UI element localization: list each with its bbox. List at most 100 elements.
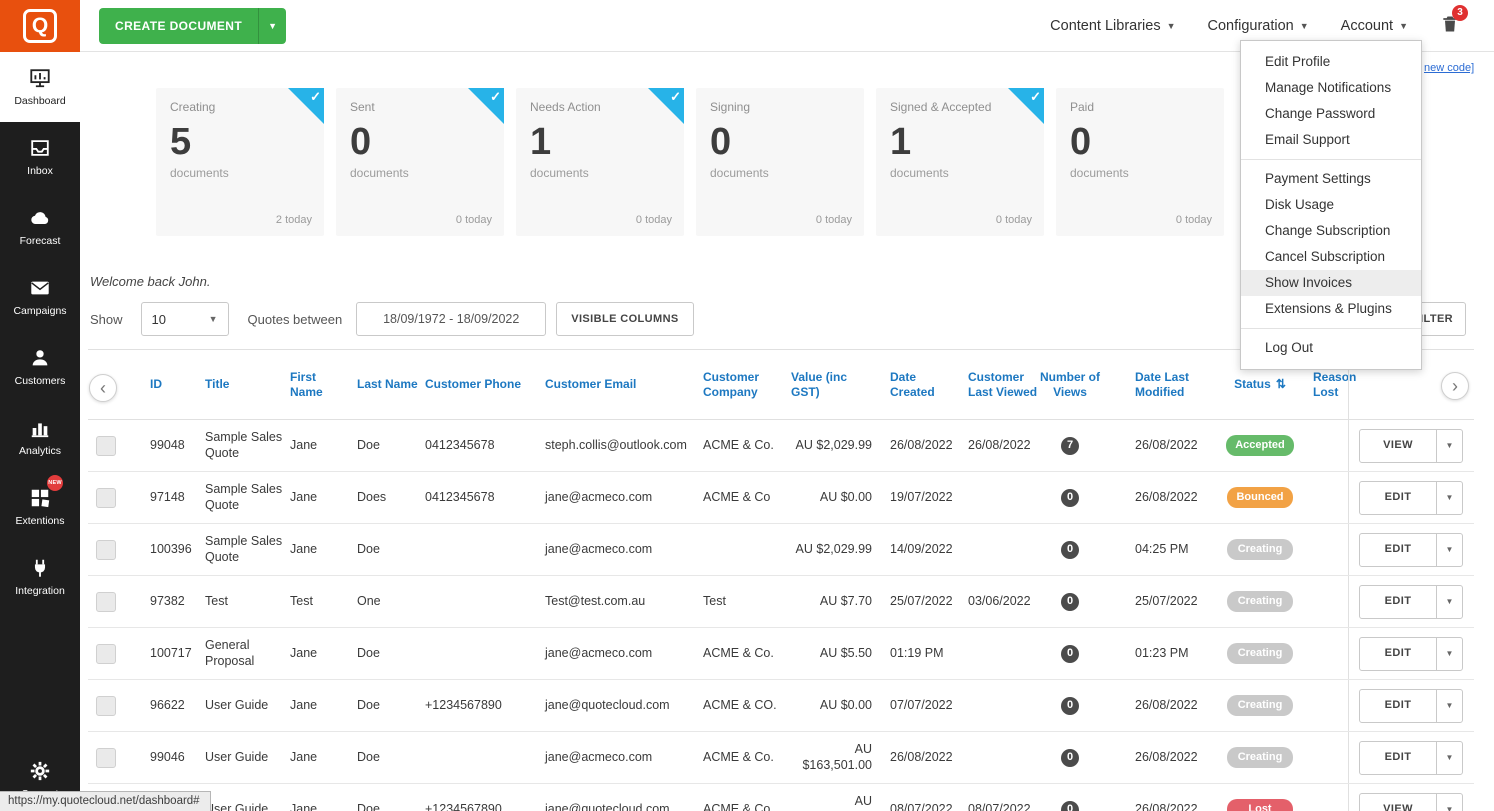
account-menu-item[interactable]: Log Out [1241,335,1421,361]
create-document-caret-icon[interactable]: ▼ [258,8,286,44]
row-action-button[interactable]: EDIT ▼ [1359,480,1463,515]
col-header-id[interactable]: ID [140,350,200,419]
create-document-button[interactable]: CREATE DOCUMENT ▼ [99,8,287,44]
trash-button[interactable]: 3 [1440,4,1468,39]
new-code-link[interactable]: new code] [1424,62,1474,74]
row-action-label[interactable]: EDIT [1360,638,1436,670]
row-checkbox[interactable] [96,643,116,664]
nav-configuration[interactable]: Configuration ▼ [1208,18,1309,34]
visible-columns-button[interactable]: VISIBLE COLUMNS [556,302,694,336]
row-action-label[interactable]: EDIT [1360,482,1436,514]
stat-card[interactable]: ✓ Signing 0 documents 0 today [696,88,864,236]
account-menu-item[interactable]: Extensions & Plugins [1241,296,1421,322]
stat-card-count: 1 [530,121,552,163]
row-action-button[interactable]: EDIT ▼ [1359,532,1463,567]
row-action-caret-icon[interactable]: ▼ [1436,429,1462,462]
row-action-label[interactable]: EDIT [1360,586,1436,618]
row-action-caret-icon[interactable]: ▼ [1436,793,1462,811]
stat-card[interactable]: ✓ Signed & Accepted 1 documents 0 today [876,88,1044,236]
account-menu-item[interactable]: Change Password [1241,101,1421,127]
sidebar-item[interactable]: Campaigns [0,262,80,332]
stat-card-today: 0 today [1175,214,1212,226]
col-header-last-name[interactable]: Last Name [350,350,420,419]
row-action-caret-icon[interactable]: ▼ [1436,741,1462,774]
stat-card-today: 0 today [635,214,672,226]
cell-first-name: Jane [290,697,318,712]
account-menu-item[interactable]: Change Subscription [1241,218,1421,244]
row-action-caret-icon[interactable]: ▼ [1436,481,1462,514]
sidebar-item[interactable]: Dashboard [0,52,80,122]
nav-content-libraries[interactable]: Content Libraries ▼ [1050,18,1175,34]
row-action-caret-icon[interactable]: ▼ [1436,585,1462,618]
stat-card[interactable]: ✓ Paid 0 documents 0 today [1056,88,1224,236]
menu-divider [1241,159,1421,160]
col-header-value[interactable]: Value (inc GST) [785,350,880,419]
col-header-title[interactable]: Title [200,350,285,419]
create-document-label[interactable]: CREATE DOCUMENT [99,8,258,44]
row-action-button[interactable]: EDIT ▼ [1359,688,1463,723]
account-menu-item[interactable]: Manage Notifications [1241,75,1421,101]
row-checkbox[interactable] [96,435,116,456]
sidebar-item[interactable]: Forecast [0,192,80,262]
account-menu-item[interactable]: Payment Settings [1241,166,1421,192]
cell-customer-email: Test@test.com.au [545,593,646,608]
row-action-button[interactable]: VIEW ▼ [1359,792,1463,811]
cell-date-created: 14/09/2022 [890,541,953,556]
row-action-button[interactable]: VIEW ▼ [1359,428,1463,463]
row-checkbox[interactable] [96,591,116,612]
row-action-button[interactable]: EDIT ▼ [1359,740,1463,775]
sidebar-item[interactable]: Analytics [0,402,80,472]
row-action-label[interactable]: VIEW [1360,430,1436,462]
sidebar-item[interactable]: Inbox [0,122,80,192]
scroll-left-button[interactable]: ‹ [89,374,117,402]
row-action-label[interactable]: EDIT [1360,534,1436,566]
nav-account[interactable]: Account ▼ [1341,18,1408,34]
row-action-caret-icon[interactable]: ▼ [1436,689,1462,722]
scroll-right-button[interactable]: › [1441,372,1469,400]
col-header-number-of-views[interactable]: Number of Views [1040,350,1100,419]
stat-card[interactable]: ✓ Sent 0 documents 0 today [336,88,504,236]
stat-card-count: 0 [350,121,372,163]
sort-icon[interactable]: ⇅ [1276,377,1286,392]
col-header-last-viewed[interactable]: Customer Last Viewed [960,350,1040,419]
col-header-first-name[interactable]: First Name [285,350,350,419]
sidebar-item[interactable]: NEW Extentions [0,472,80,542]
check-icon: ✓ [670,89,681,104]
stat-card[interactable]: ✓ Creating 5 documents 2 today [156,88,324,236]
views-count-badge: 0 [1061,748,1079,767]
col-header-customer-email[interactable]: Customer Email [538,350,698,419]
stat-card-count: 0 [710,121,732,163]
date-range-input[interactable]: 18/09/1972 - 18/09/2022 [356,302,547,336]
sidebar-item-label: Inbox [27,165,53,177]
row-checkbox[interactable] [96,695,116,716]
sidebar-item[interactable]: Integration [0,542,80,612]
account-menu-item[interactable]: Disk Usage [1241,192,1421,218]
col-header-customer-phone[interactable]: Customer Phone [420,350,538,419]
row-action-label[interactable]: EDIT [1360,690,1436,722]
row-action-label[interactable]: VIEW [1360,794,1436,811]
account-menu-item[interactable]: Show Invoices [1241,270,1421,296]
account-menu-item[interactable]: Cancel Subscription [1241,244,1421,270]
page-size-select[interactable]: 10 ▼ [140,302,229,336]
row-action-caret-icon[interactable]: ▼ [1436,533,1462,566]
cell-customer-company: ACME & Co. [703,645,774,660]
cell-date-last-modified: 26/08/2022 [1135,489,1198,504]
col-header-date-last-modified[interactable]: Date Last Modified [1100,350,1215,419]
row-action-button[interactable]: EDIT ▼ [1359,636,1463,671]
row-action-label[interactable]: EDIT [1360,742,1436,774]
col-header-date-created[interactable]: Date Created [880,350,960,419]
cell-customer-email: jane@quotecloud.com [545,697,670,712]
row-checkbox[interactable] [96,487,116,508]
check-icon: ✓ [310,89,321,104]
app-logo[interactable]: Q [0,0,80,52]
stat-card[interactable]: ✓ Needs Action 1 documents 0 today [516,88,684,236]
row-action-caret-icon[interactable]: ▼ [1436,637,1462,670]
row-action-button[interactable]: EDIT ▼ [1359,584,1463,619]
account-menu-item[interactable]: Email Support [1241,127,1421,153]
row-checkbox[interactable] [96,539,116,560]
col-header-customer-company[interactable]: Customer Company [698,350,785,419]
cell-customer-email: steph.collis@outlook.com [545,437,687,452]
sidebar-item[interactable]: Customers [0,332,80,402]
account-menu-item[interactable]: Edit Profile [1241,49,1421,75]
row-checkbox[interactable] [96,747,116,768]
